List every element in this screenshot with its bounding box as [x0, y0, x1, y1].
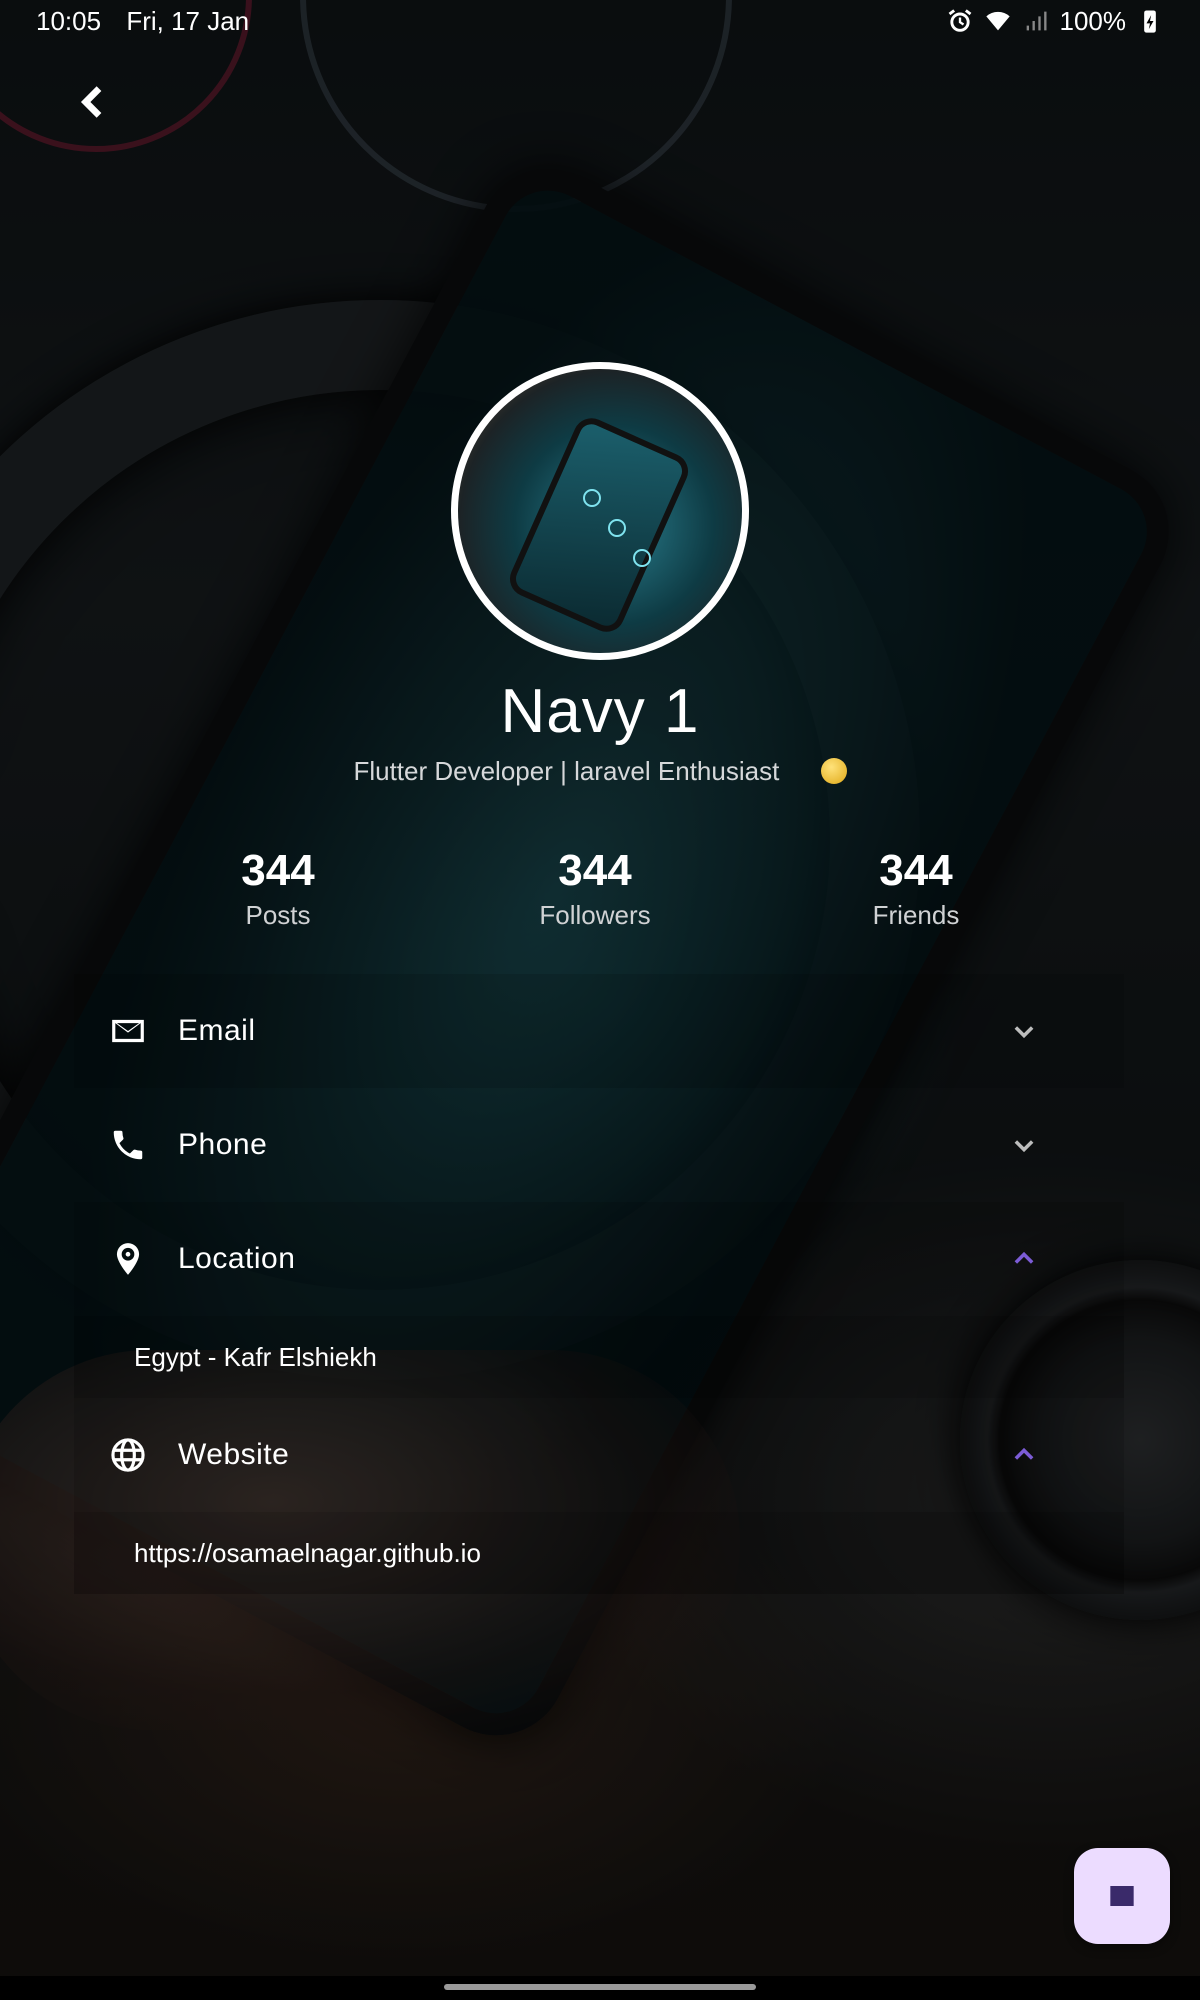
- info-row-email[interactable]: Email: [74, 974, 1124, 1088]
- chevron-down-icon: [1014, 1140, 1034, 1153]
- info-location-label: Location: [178, 1242, 296, 1275]
- phone-icon: [113, 1130, 143, 1160]
- stat-friends[interactable]: 344 Friends: [786, 846, 1046, 931]
- wifi-icon: [985, 11, 1010, 31]
- status-time: 10:05: [36, 5, 102, 36]
- avatar[interactable]: [451, 362, 749, 660]
- contact-info-list: Email Phone Location Egypt - Kafr Elshie…: [74, 974, 1124, 1594]
- info-website-label: Website: [178, 1438, 290, 1471]
- stat-followers[interactable]: 344 Followers: [465, 846, 725, 931]
- stat-followers-value: 344: [558, 846, 632, 895]
- grinning-face-icon: [820, 758, 847, 784]
- stat-posts-value: 344: [241, 846, 315, 895]
- profile-bio: Flutter Developer | laravel Enthusiast: [0, 756, 1200, 787]
- stat-posts-label: Posts: [245, 900, 311, 930]
- back-button[interactable]: [70, 78, 118, 126]
- info-website-link[interactable]: https://osamaelnagar.github.io: [74, 1512, 1124, 1594]
- mail-icon: [112, 1019, 144, 1043]
- info-row-location[interactable]: Location: [74, 1202, 1124, 1316]
- stat-followers-label: Followers: [539, 900, 651, 930]
- home-gesture-handle[interactable]: [444, 1984, 756, 1990]
- status-bar: 10:05 Fri, 17 Jan 100%: [0, 0, 1200, 42]
- signal-icon: [1026, 11, 1046, 31]
- stat-posts[interactable]: 344 Posts: [148, 846, 408, 931]
- status-date: Fri, 17 Jan: [126, 5, 250, 36]
- battery-percent: 100%: [1059, 5, 1127, 36]
- chevron-down-icon: [1014, 1026, 1034, 1039]
- info-row-phone[interactable]: Phone: [74, 1088, 1124, 1202]
- profile-name: Navy 1: [500, 677, 700, 746]
- info-website-block: Website https://osamaelnagar.github.io: [74, 1398, 1124, 1594]
- chevron-up-icon: [1014, 1447, 1034, 1460]
- alarm-icon: [948, 9, 971, 32]
- location-pin-icon: [116, 1243, 140, 1275]
- stat-friends-value: 344: [879, 846, 953, 895]
- globe-icon: [111, 1438, 145, 1472]
- profile-bio-text: Flutter Developer | laravel Enthusiast: [353, 756, 780, 786]
- info-phone-label: Phone: [178, 1128, 268, 1161]
- battery-charging-icon: [1144, 10, 1156, 33]
- info-row-website[interactable]: Website: [74, 1398, 1124, 1512]
- info-email-label: Email: [178, 1014, 256, 1047]
- stat-friends-label: Friends: [872, 900, 960, 930]
- arrow-back-icon: [80, 86, 102, 118]
- menu-icon: [1110, 1886, 1134, 1906]
- chevron-up-icon: [1014, 1251, 1034, 1264]
- info-location-value: Egypt - Kafr Elshiekh: [74, 1316, 1124, 1398]
- info-location-block: Location Egypt - Kafr Elshiekh: [74, 1202, 1124, 1398]
- menu-fab[interactable]: [1074, 1848, 1170, 1944]
